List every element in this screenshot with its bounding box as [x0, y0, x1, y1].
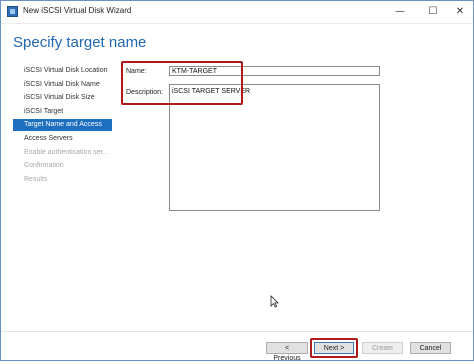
title-bar[interactable]: New iSCSI Virtual Disk Wizard — ☐ ✕: [1, 1, 473, 24]
minimize-icon[interactable]: —: [387, 1, 413, 23]
nav-item-disk-name[interactable]: iSCSI Virtual Disk Name: [13, 79, 112, 91]
app-icon: [7, 6, 18, 17]
wizard-steps-nav: iSCSI Virtual Disk Location iSCSI Virtua…: [13, 65, 112, 187]
maximize-icon[interactable]: ☐: [420, 1, 446, 23]
close-icon[interactable]: ✕: [447, 1, 473, 23]
mouse-pointer-icon: [270, 295, 279, 308]
footer-divider: [1, 331, 473, 332]
annotation-highlight-next: [310, 338, 358, 358]
nav-item-enable-authentication: Enable authentication ser...: [24, 148, 109, 156]
window-title: New iSCSI Virtual Disk Wizard: [23, 6, 132, 15]
page-title: Specify target name: [13, 34, 147, 51]
previous-button[interactable]: < Previous: [266, 342, 308, 362]
nav-item-disk-size[interactable]: iSCSI Virtual Disk Size: [13, 92, 112, 104]
create-button: Create: [362, 342, 403, 354]
nav-item-access-servers[interactable]: Access Servers: [13, 133, 112, 145]
nav-item-confirmation: Confirmation: [24, 162, 64, 170]
nav-item-iscsi-target[interactable]: iSCSI Target: [13, 106, 112, 118]
nav-item-target-name-access[interactable]: Target Name and Access: [13, 119, 112, 132]
wizard-window: New iSCSI Virtual Disk Wizard — ☐ ✕ Spec…: [0, 0, 474, 362]
nav-item-disk-location[interactable]: iSCSI Virtual Disk Location: [13, 65, 112, 77]
cancel-button[interactable]: Cancel: [410, 342, 451, 354]
annotation-highlight-form: [121, 61, 243, 105]
nav-item-results: Results: [24, 175, 48, 183]
